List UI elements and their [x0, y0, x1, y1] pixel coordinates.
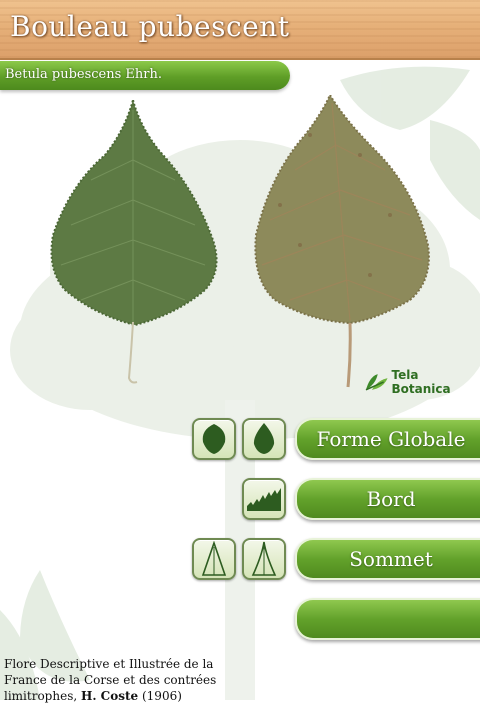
- menu-bord-button[interactable]: Bord: [295, 478, 480, 520]
- credit-author: H. Coste: [80, 689, 139, 703]
- header-bar: Bouleau pubescent: [0, 0, 480, 60]
- menu-forme-globale-button[interactable]: Forme Globale: [295, 418, 480, 460]
- page-title: Bouleau pubescent: [10, 10, 290, 43]
- logo-text: Tela Botanica: [391, 368, 451, 396]
- menu-empty-button[interactable]: [295, 598, 480, 640]
- acute-apex-icon: [201, 541, 227, 576]
- latin-name: Betula pubescens Ehrh.: [5, 67, 162, 82]
- pointed-leaf-shape-icon: [253, 423, 275, 454]
- tela-botanica-logo: Tela Botanica: [364, 368, 480, 396]
- serrated-edge-button[interactable]: [242, 478, 286, 520]
- serrated-edge-icon: [247, 488, 281, 511]
- acuminate-apex-button[interactable]: [242, 538, 286, 580]
- leaf-front-image: [50, 100, 218, 384]
- menu-sommet-button[interactable]: Sommet: [295, 538, 480, 580]
- leaf-back-image: [254, 95, 430, 388]
- leaf-logo-icon: [365, 374, 388, 391]
- latin-name-bar: Betula pubescens Ehrh.: [0, 61, 290, 90]
- oval-leaf-shape-button[interactable]: [192, 418, 236, 460]
- acuminate-apex-icon: [251, 541, 277, 576]
- source-credit: Flore Descriptive et Illustrée de la Fra…: [4, 656, 244, 704]
- acute-apex-button[interactable]: [192, 538, 236, 580]
- credit-year: (1906): [138, 689, 182, 703]
- pointed-leaf-shape-button[interactable]: [242, 418, 286, 460]
- oval-leaf-shape-icon: [202, 424, 226, 454]
